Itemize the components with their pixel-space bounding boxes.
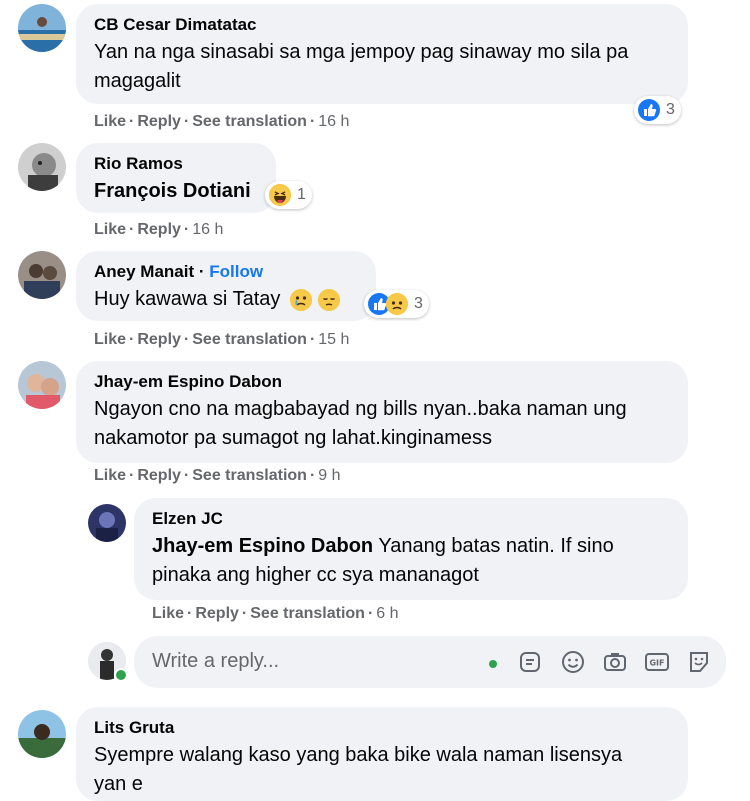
comment-actions: Like · Reply · See translation · 15 h [94, 330, 349, 350]
commenter-name[interactable]: Lits Gruta [94, 717, 670, 739]
reaction-count: 1 [297, 186, 306, 203]
see-translation-link[interactable]: See translation [250, 605, 365, 622]
reply-link[interactable]: Reply [137, 113, 181, 130]
separator: · [183, 221, 190, 238]
reaction-count: 3 [414, 295, 423, 312]
like-link[interactable]: Like [94, 331, 126, 348]
separator: · [183, 113, 190, 130]
crying-face-icon [289, 288, 312, 311]
reply-link[interactable]: Reply [137, 221, 181, 238]
comment-actions: Like · Reply · See translation · 16 h [94, 112, 349, 132]
reaction-summary[interactable]: 3 [364, 290, 429, 318]
like-link[interactable]: Like [152, 605, 184, 622]
comment-actions: Like · Reply · See translation · 9 h [94, 466, 341, 486]
gif-icon[interactable]: GIF [644, 649, 670, 675]
camera-icon[interactable] [602, 649, 628, 675]
reaction-count: 3 [666, 101, 675, 118]
avatar[interactable] [18, 143, 66, 191]
commenter-name[interactable]: Rio Ramos [94, 153, 258, 175]
typing-indicator-dot [489, 660, 497, 668]
comment-text: Syempre walang kaso yang baka bike wala … [94, 744, 623, 795]
separator: · [183, 467, 190, 484]
comment-text: Yan na nga sinasabi sa mga jempoy pag si… [94, 41, 629, 92]
reply-placeholder: Write a reply... [152, 650, 280, 672]
avatar[interactable] [88, 504, 126, 542]
separator: · [187, 605, 193, 622]
see-translation-link[interactable]: See translation [192, 113, 307, 130]
avatar[interactable] [18, 251, 66, 299]
separator: · [183, 331, 190, 348]
comment-text-row: Huy kawawa si Tatay [94, 285, 358, 314]
avatar[interactable] [18, 710, 66, 758]
comment-bubble: Aney Manait · Follow Huy kawawa si Tatay [76, 251, 376, 321]
timestamp[interactable]: 9 h [318, 467, 340, 484]
reaction-summary[interactable]: 3 [634, 96, 681, 124]
reply-bubble: Elzen JC Jhay-em Espino Dabon Yanang bat… [134, 498, 688, 600]
avatar[interactable] [18, 4, 66, 52]
svg-text:GIF: GIF [649, 659, 664, 668]
separator: · [198, 262, 205, 281]
comment-actions: Like · Reply · See translation · 6 h [152, 604, 399, 624]
timestamp[interactable]: 16 h [318, 113, 349, 130]
sad-reaction-icon [386, 293, 408, 315]
separator: · [129, 331, 135, 348]
comment-bubble: Rio Ramos François Dotiani [76, 143, 276, 213]
commenter-name[interactable]: Aney Manait [94, 262, 194, 281]
separator: · [129, 113, 135, 130]
commenter-name[interactable]: CB Cesar Dimatatac [94, 14, 670, 36]
reply-text-row: Jhay-em Espino Dabon Yanang batas natin.… [152, 532, 672, 590]
comment-bubble: CB Cesar Dimatatac Yan na nga sinasabi s… [76, 4, 688, 104]
comment-bubble: Jhay-em Espino Dabon Ngayon cno na magba… [76, 361, 688, 463]
like-link[interactable]: Like [94, 113, 126, 130]
timestamp[interactable]: 6 h [376, 605, 398, 622]
comment-actions: Like · Reply · 16 h [94, 220, 223, 240]
commenter-name[interactable]: Jhay-em Espino Dabon [94, 371, 670, 393]
reply-link[interactable]: Reply [137, 331, 181, 348]
comment-text: Huy kawawa si Tatay [94, 288, 281, 310]
separator: · [241, 605, 248, 622]
haha-reaction-icon [269, 184, 291, 206]
comment-bubble: Lits Gruta Syempre walang kaso yang baka… [76, 707, 688, 801]
separator: · [129, 467, 135, 484]
online-status-dot [114, 668, 128, 682]
see-translation-link[interactable]: See translation [192, 467, 307, 484]
separator: · [309, 331, 316, 348]
reaction-summary[interactable]: 1 [265, 181, 312, 209]
reply-link[interactable]: Reply [195, 605, 239, 622]
commenter-name[interactable]: Elzen JC [152, 508, 670, 530]
sticker-icon[interactable] [686, 649, 712, 675]
avatar[interactable] [18, 361, 66, 409]
commenter-header: Aney Manait · Follow [94, 261, 358, 283]
timestamp[interactable]: 15 h [318, 331, 349, 348]
mentioned-user[interactable]: François Dotiani [94, 177, 258, 206]
emoji-icon[interactable] [560, 649, 586, 675]
like-link[interactable]: Like [94, 221, 126, 238]
follow-button[interactable]: Follow [209, 262, 263, 281]
separator: · [309, 113, 316, 130]
like-reaction-icon [638, 99, 660, 121]
like-link[interactable]: Like [94, 467, 126, 484]
sticker-face-icon[interactable] [518, 649, 544, 675]
comment-text: Ngayon cno na magbabayad ng bills nyan..… [94, 398, 627, 449]
separator: · [129, 221, 135, 238]
pensive-face-icon [317, 288, 340, 311]
see-translation-link[interactable]: See translation [192, 331, 307, 348]
reply-input[interactable]: Write a reply... GIF [134, 636, 726, 688]
reply-link[interactable]: Reply [137, 467, 181, 484]
separator: · [367, 605, 374, 622]
separator: · [309, 467, 316, 484]
timestamp[interactable]: 16 h [192, 221, 223, 238]
mentioned-user[interactable]: Jhay-em Espino Dabon [152, 535, 373, 557]
